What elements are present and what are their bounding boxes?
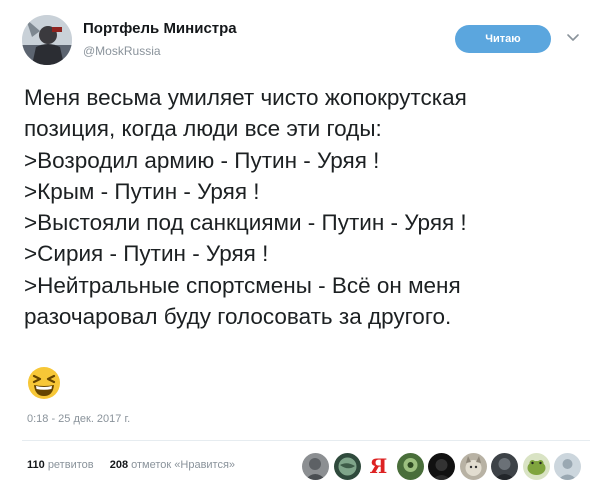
liker-avatar-default[interactable] [554, 452, 581, 480]
author-name[interactable]: Портфель Министра [83, 20, 237, 37]
tweet-line: >Нейтральные спортсмены - Всё он меня [24, 272, 461, 298]
grinning-squinting-face-emoji-icon [28, 367, 60, 399]
retweets-label[interactable]: ретвитов [48, 459, 94, 471]
likers-avatars: Я [302, 451, 586, 481]
liker-avatar-letter[interactable]: Я [365, 452, 392, 480]
liker-avatar[interactable] [491, 452, 518, 480]
tweet-card: Портфель Министра @MoskRussia Читаю Меня… [0, 0, 613, 496]
tweet-line: >Крым - Путин - Уряя ! [24, 178, 260, 204]
tweet-line: >Возродил армию - Путин - Уряя ! [24, 147, 380, 173]
liker-avatar[interactable] [428, 452, 455, 480]
liker-avatar[interactable] [333, 452, 361, 480]
likes-count[interactable]: 208 [110, 459, 128, 471]
tweet-line: разочаровал буду голосовать за другого. [24, 304, 452, 330]
liker-avatar[interactable] [459, 452, 487, 480]
author-handle[interactable]: @MoskRussia [83, 44, 161, 58]
chevron-down-icon[interactable] [566, 33, 580, 43]
likes-label[interactable]: отметок «Нравится» [131, 459, 235, 471]
tweet-line: >Сирия - Путин - Уряя ! [24, 241, 269, 267]
retweets-count[interactable]: 110 [27, 459, 45, 471]
tweet-timestamp[interactable]: 0:18 - 25 дек. 2017 г. [27, 413, 130, 425]
liker-avatar[interactable] [522, 452, 550, 480]
author-avatar[interactable] [22, 15, 72, 65]
tweet-text: Меня весьма умиляет чисто жопокрутская п… [24, 82, 599, 332]
tweet-line: >Выстояли под санкциями - Путин - Уряя ! [24, 210, 467, 236]
divider [22, 440, 590, 441]
tweet-line: Меня весьма умиляет чисто жопокрутская [24, 85, 467, 110]
liker-avatar[interactable] [396, 452, 424, 480]
tweet-stats: 110 ретвитов 208 отметок «Нравится» [27, 459, 235, 471]
follow-button[interactable]: Читаю [455, 25, 551, 53]
tweet-line: позиция, когда люди все эти годы: [24, 116, 382, 142]
liker-avatar[interactable] [302, 452, 329, 480]
